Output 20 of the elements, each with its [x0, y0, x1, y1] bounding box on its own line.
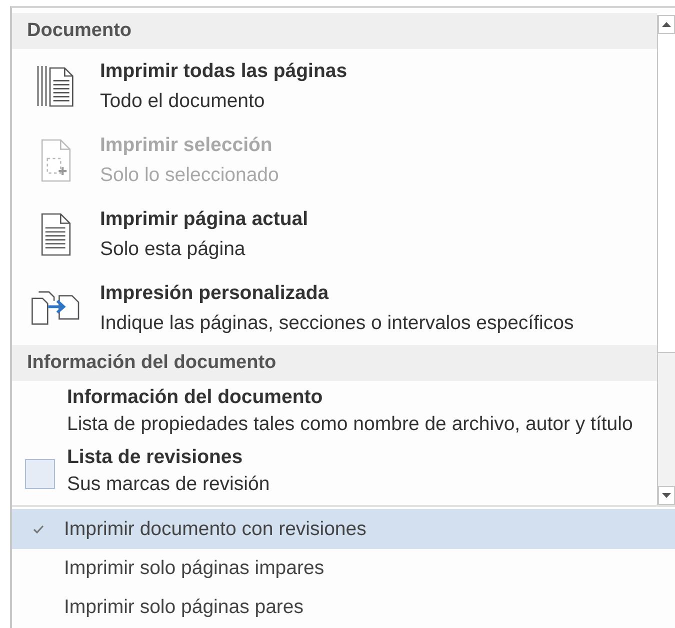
- scroll-up-icon[interactable]: [658, 15, 675, 34]
- menu-option[interactable]: Imprimir documento con revisiones: [12, 509, 675, 549]
- print-option-item[interactable]: Información del documento Lista de propiedades tales como nombre de archivo, autor y título: [12, 381, 657, 441]
- print-option-item[interactable]: Impresión personalizada Indique las páginas, secciones o intervalos específicos: [12, 271, 657, 345]
- scroll-down-icon[interactable]: [658, 486, 675, 505]
- selection-page-icon: [40, 138, 72, 182]
- custom-pages-icon: [30, 290, 82, 326]
- pages-icon: [36, 63, 76, 109]
- swatch-icon: [24, 459, 54, 489]
- print-option-item[interactable]: Imprimir página actual Solo esta página: [12, 197, 657, 271]
- section-header: Información del documento: [12, 345, 657, 381]
- scroll-thumb[interactable]: [658, 34, 675, 353]
- check-icon: [32, 524, 44, 534]
- menu-option[interactable]: Imprimir solo páginas impares: [12, 549, 675, 588]
- print-option-item[interactable]: Imprimir todas las páginas Todo el documento: [12, 49, 657, 123]
- menu-option[interactable]: Imprimir solo páginas pares: [12, 588, 675, 627]
- section-header: Documento: [12, 13, 657, 49]
- print-option-item[interactable]: Lista de revisiones Sus marcas de revisión: [12, 441, 657, 501]
- scrollbar[interactable]: [657, 15, 675, 505]
- page-icon: [40, 212, 72, 256]
